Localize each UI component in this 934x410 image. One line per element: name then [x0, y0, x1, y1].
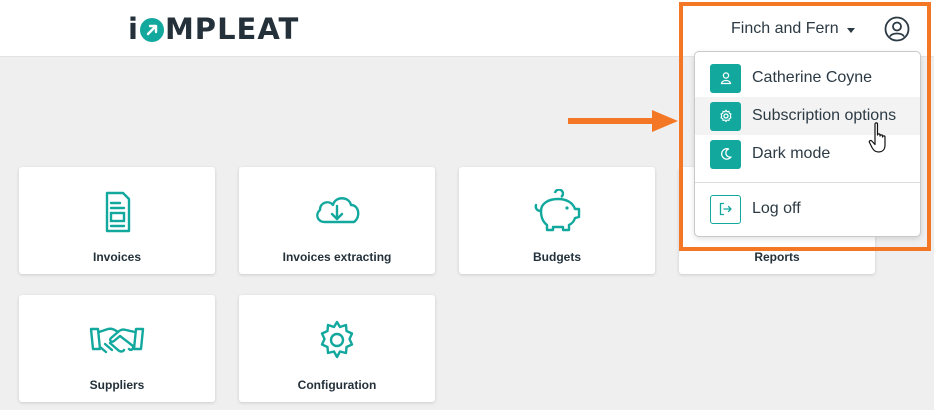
user-icon — [710, 63, 741, 93]
tile-label: Budgets — [533, 250, 581, 264]
organization-selector[interactable]: Finch and Fern — [731, 17, 855, 41]
user-account-icon[interactable] — [884, 16, 910, 42]
tile-invoices-extracting[interactable]: Invoices extracting — [239, 167, 435, 274]
top-header: i MPLEAT Finch and Fern — [0, 0, 934, 57]
menu-item-label: Log off — [752, 200, 801, 217]
tile-configuration[interactable]: Configuration — [239, 295, 435, 402]
tile-label: Reports — [754, 250, 800, 264]
organization-name: Finch and Fern — [731, 20, 839, 37]
menu-item-label: Dark mode — [752, 145, 831, 162]
tile-label: Invoices — [92, 250, 142, 264]
menu-item-label: Subscription options — [752, 107, 897, 124]
menu-item-label: Catherine Coyne — [752, 69, 873, 86]
menu-item-dark-mode[interactable]: Dark mode — [695, 135, 920, 173]
caret-down-icon — [846, 27, 855, 33]
tile-label: Suppliers — [89, 378, 145, 392]
tile-suppliers[interactable]: Suppliers — [19, 295, 215, 402]
tile-label: Invoices extracting — [282, 250, 392, 264]
tile-invoices[interactable]: Invoices — [19, 167, 215, 274]
logo-text: MPLEAT — [164, 12, 300, 46]
logout-icon — [710, 194, 741, 224]
annotation-arrow-icon — [568, 110, 678, 132]
moon-icon — [710, 139, 741, 169]
app-logo[interactable]: i MPLEAT — [128, 10, 299, 48]
gear-icon — [710, 101, 741, 131]
menu-item-log-off[interactable]: Log off — [695, 190, 920, 228]
menu-item-profile[interactable]: Catherine Coyne — [695, 59, 920, 97]
cloud-download-icon — [239, 189, 435, 235]
piggy-bank-icon — [459, 189, 655, 235]
tile-label: Configuration — [297, 378, 377, 392]
menu-divider — [695, 182, 920, 183]
gear-icon — [239, 317, 435, 363]
logo-arrow-icon — [139, 18, 164, 42]
invoice-document-icon — [19, 189, 215, 235]
tile-budgets[interactable]: Budgets — [459, 167, 655, 274]
user-dropdown-menu: Catherine Coyne Subscription options Dar… — [694, 51, 921, 237]
handshake-icon — [19, 317, 215, 363]
logo-prefix: i — [128, 12, 139, 46]
menu-item-subscription-options[interactable]: Subscription options — [695, 97, 920, 135]
